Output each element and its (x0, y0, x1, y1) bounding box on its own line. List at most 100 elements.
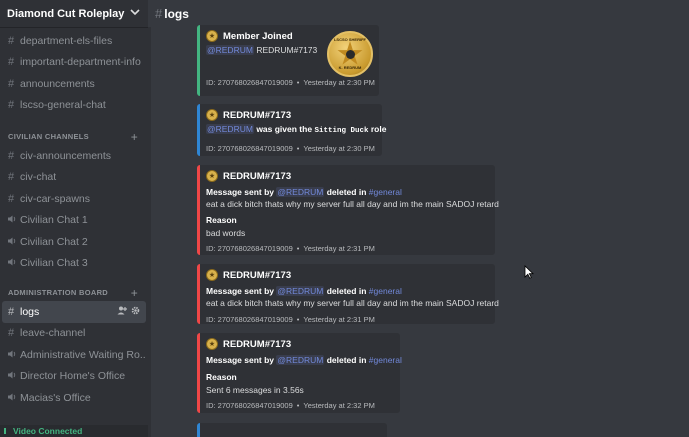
sheriff-seal-thumbnail: LSCSO SHERIFF K. REDRUM (327, 31, 373, 77)
channel-item-important-department-info[interactable]: # important-department-info (2, 52, 146, 74)
channel-title: logs (164, 6, 189, 21)
channel-item-civ-chat[interactable]: # civ-chat (2, 167, 146, 189)
embed-author-name: REDRUM#7173 (223, 170, 292, 182)
log-embed-partial (197, 423, 387, 437)
log-embed-message-deleted: ★ REDRUM#7173 Message sent by @REDRUM de… (197, 264, 499, 324)
embed-text: Message sent by (206, 286, 275, 296)
embed-id: ID: 270768026847019009 (206, 400, 293, 410)
sheriff-badge-icon: ★ (206, 269, 218, 281)
hash-icon: # (8, 34, 15, 47)
sheriff-badge-icon: ★ (206, 30, 218, 42)
message-rail (148, 27, 151, 437)
user-mention[interactable]: @REDRUM (276, 286, 325, 296)
log-embed-member-joined: ★ Member Joined @REDRUM REDRUM#7173 ID: … (197, 25, 379, 96)
embed-text: role (370, 124, 387, 134)
embed-text: Message sent by (206, 355, 275, 365)
category-administration-board[interactable]: ADMINISTRATION BOARD + (0, 277, 148, 301)
add-user-icon[interactable] (117, 306, 127, 317)
embed-description: Message sent by @REDRUM deleted in #gene… (206, 187, 486, 199)
embed-text: REDRUM#7173 (256, 45, 318, 55)
voice-channel-civilian-chat-2[interactable]: Civilian Chat 2 (2, 231, 146, 253)
embed-timestamp: Yesterday at 2:30 PM (303, 143, 375, 153)
embed-timestamp: Yesterday at 2:31 PM (303, 244, 375, 253)
role-name: Sitting Duck (314, 127, 369, 135)
voice-channel-civilian-chat-1[interactable]: Civilian Chat 1 (2, 210, 146, 232)
channel-item-logs[interactable]: # logs (2, 301, 146, 323)
channel-label: Civilian Chat 2 (20, 235, 88, 248)
speaker-icon (8, 392, 20, 404)
channel-item-civ-car-spawns[interactable]: # civ-car-spawns (2, 188, 146, 210)
deleted-message-content: eat a dick bitch thats why my server ful… (206, 198, 499, 209)
embed-author-name: REDRUM#7173 (223, 109, 292, 121)
user-mention[interactable]: @REDRUM (276, 187, 325, 197)
embed-timestamp: Yesterday at 2:31 PM (303, 315, 375, 324)
user-mention[interactable]: @REDRUM (206, 45, 254, 55)
embed-description: Message sent by @REDRUM deleted in #gene… (206, 286, 486, 298)
seal-bottom-text: K. REDRUM (338, 65, 362, 70)
embed-footer: ID: 270768026847019009 • Yesterday at 2:30… (206, 77, 375, 87)
channel-label: civ-chat (20, 171, 57, 184)
plus-icon[interactable]: + (131, 131, 138, 143)
category-civilian-channels[interactable]: CIVILIAN CHANNELS + (0, 121, 148, 145)
sheriff-badge-icon: ★ (206, 109, 218, 121)
server-name: Diamond Cut Roleplay (7, 7, 125, 20)
embed-author: ★ REDRUM#7173 (206, 109, 373, 121)
log-embed-message-deleted: ★ REDRUM#7173 Message sent by @REDRUM de… (197, 333, 402, 413)
gear-icon[interactable] (131, 306, 140, 317)
channel-label: announcements (20, 77, 95, 90)
sheriff-badge-icon: ★ (206, 338, 218, 350)
voice-connection-bar[interactable]: Video Connected (0, 425, 148, 437)
embed-timestamp: Yesterday at 2:30 PM (303, 77, 375, 87)
plus-icon[interactable]: + (131, 287, 138, 299)
voice-channel-civilian-chat-3[interactable]: Civilian Chat 3 (2, 253, 146, 275)
speaker-icon (8, 257, 20, 269)
voice-status: Video Connected (13, 426, 83, 436)
channel-label: Director Home's Office (20, 370, 126, 383)
embed-text: deleted in (326, 286, 367, 296)
user-mention[interactable]: @REDRUM (206, 124, 254, 134)
channel-header: # logs (148, 0, 689, 27)
channel-label: lscso-general-chat (20, 99, 106, 112)
embed-footer: ID: 270768026847019009 • Yesterday at 2:30… (206, 143, 375, 153)
hash-icon: # (8, 149, 15, 162)
server-header[interactable]: Diamond Cut Roleplay (0, 0, 148, 27)
embed-id: ID: 270768026847019009 (206, 315, 293, 324)
reason-label: Reason (206, 371, 237, 382)
channel-item-leave-channel[interactable]: # leave-channel (2, 323, 146, 345)
reason-text: bad words (206, 228, 246, 238)
embed-text: Message sent by (206, 187, 275, 197)
embed-author: ★ REDRUM#7173 (206, 269, 486, 281)
channel-item-lscso-general-chat[interactable]: # lscso-general-chat (2, 95, 146, 117)
channel-link[interactable]: #general (369, 355, 402, 365)
hash-icon: # (8, 77, 15, 90)
speaker-icon (8, 236, 20, 248)
speaker-icon (8, 370, 20, 382)
embed-author-name: REDRUM#7173 (223, 338, 292, 350)
reason-label: Reason (206, 215, 237, 225)
channel-label: Macias's Office (20, 391, 91, 404)
channel-item-civ-announcements[interactable]: # civ-announcements (2, 145, 146, 167)
embed-id: ID: 270768026847019009 (206, 77, 293, 87)
channel-label: important-department-info (20, 56, 141, 69)
category-label: ADMINISTRATION BOARD (8, 288, 109, 297)
embed-id: ID: 270768026847019009 (206, 143, 293, 153)
channel-link[interactable]: #general (369, 286, 402, 296)
sheriff-badge-icon: ★ (206, 170, 218, 182)
category-label: CIVILIAN CHANNELS (8, 132, 89, 141)
channel-label: Civilian Chat 3 (20, 257, 88, 270)
channel-sidebar: Diamond Cut Roleplay # department-els-fil… (0, 0, 148, 437)
embed-author-name: Member Joined (223, 30, 293, 42)
channel-link[interactable]: #general (369, 187, 402, 197)
embed-text: was given the (256, 124, 313, 134)
mouse-cursor-icon (524, 265, 534, 279)
hash-icon: # (155, 6, 163, 21)
voice-channel-director-home-office[interactable]: Director Home's Office (2, 366, 146, 388)
hash-icon: # (8, 305, 15, 318)
channel-item-department-els-files[interactable]: # department-els-files (2, 30, 146, 52)
log-embed-message-deleted: ★ REDRUM#7173 Message sent by @REDRUM de… (197, 165, 499, 255)
user-mention[interactable]: @REDRUM (276, 355, 325, 365)
voice-channel-administrative-waiting-room[interactable]: Administrative Waiting Ro... (2, 344, 146, 366)
voice-channel-macias-office[interactable]: Macias's Office (2, 387, 146, 409)
chevron-down-icon[interactable] (130, 8, 140, 19)
channel-item-announcements[interactable]: # announcements (2, 73, 146, 95)
